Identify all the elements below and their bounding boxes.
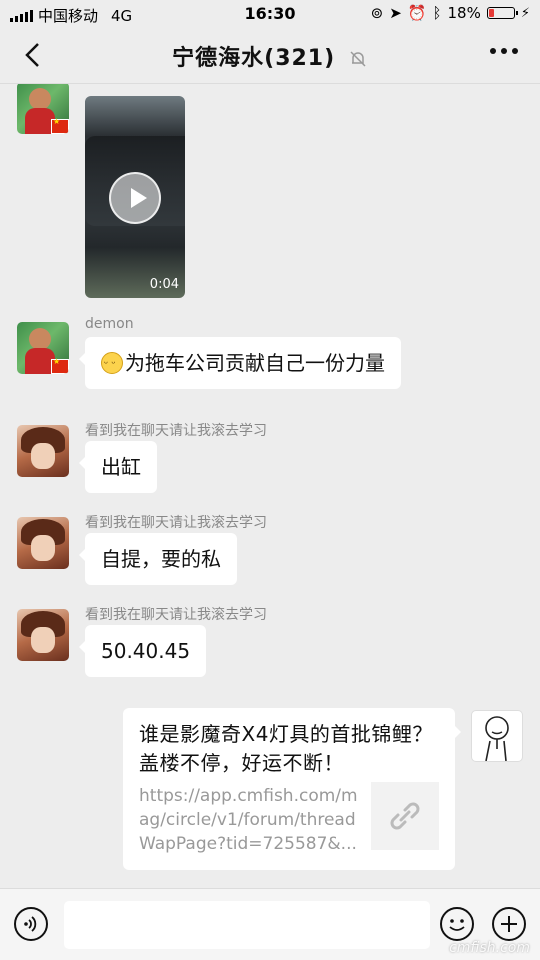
avatar[interactable] (17, 84, 69, 134)
message-bubble[interactable]: 为拖车公司贡献自己一份力量 (79, 337, 401, 389)
emoji-icon (449, 919, 465, 931)
sender-name: 看到我在聊天请让我滚去学习 (85, 423, 267, 439)
play-icon[interactable] (109, 172, 161, 224)
chat-title-row: 宁德海水(321) (0, 40, 540, 72)
message-input[interactable] (64, 901, 430, 949)
voice-button[interactable] (14, 907, 48, 941)
status-right: ⊚ ➤ ⏰ ᛒ 18% ⚡ (371, 4, 530, 22)
message-text: 出缸 (101, 455, 141, 479)
link-url: https://app.cmfish.com/mag/circle/v1/for… (139, 786, 358, 854)
china-flag-icon (51, 117, 69, 134)
orientation-lock-icon: ⊚ (370, 4, 384, 22)
alarm-icon: ⏰ (407, 4, 427, 22)
watermark: cmfish.com (449, 940, 530, 956)
sender-name: demon (85, 316, 134, 332)
bluetooth-icon: ᛒ (432, 4, 442, 22)
message-list[interactable]: demon 0:04 demon 为拖车公司贡献自己一份力量 看到我在聊天请让我… (0, 84, 540, 888)
link-card[interactable]: 谁是影魔奇X4灯具的首批锦鲤？盖楼不停，好运不断！ https://app.cm… (123, 708, 461, 870)
avatar[interactable] (17, 517, 69, 569)
chat-title: 宁德海水(321) (172, 46, 336, 71)
smile-emoji-icon (101, 351, 123, 379)
stick-figure-icon (485, 716, 509, 761)
avatar[interactable] (17, 425, 69, 477)
chat-header: 宁德海水(321) (0, 26, 540, 84)
status-bar: 中国移动 4G 16:30 ⊚ ➤ ⏰ ᛒ 18% ⚡ (0, 0, 540, 26)
battery-icon (486, 7, 518, 19)
more-button[interactable] (490, 48, 518, 54)
avatar[interactable] (17, 609, 69, 661)
battery-percent: 18% (447, 4, 481, 22)
voice-icon (24, 916, 37, 932)
charging-icon: ⚡ (520, 5, 530, 21)
message-bubble[interactable]: 自提，要的私 (79, 533, 237, 585)
message-text: 50.40.45 (101, 639, 191, 663)
message-text: 自提，要的私 (101, 547, 221, 571)
plus-icon (501, 916, 517, 932)
avatar[interactable] (471, 710, 523, 762)
avatar[interactable] (17, 322, 69, 374)
plus-button[interactable] (492, 907, 526, 941)
video-duration: 0:04 (149, 277, 179, 292)
input-bar: cmfish.com (0, 888, 540, 960)
message-bubble[interactable]: 出缸 (79, 441, 157, 493)
link-title: 谁是影魔奇X4灯具的首批锦鲤？盖楼不停，好运不断！ (139, 722, 433, 775)
sender-name: 看到我在聊天请让我滚去学习 (85, 607, 267, 623)
message-text: 为拖车公司贡献自己一份力量 (125, 351, 385, 375)
bell-off-icon (350, 51, 366, 67)
message-bubble[interactable]: 50.40.45 (78, 625, 207, 677)
link-icon (390, 802, 420, 830)
emoji-button[interactable] (440, 907, 474, 941)
china-flag-icon (51, 357, 69, 374)
video-message[interactable]: 0:04 (85, 96, 185, 298)
link-thumbnail (371, 782, 439, 850)
sender-name: 看到我在聊天请让我滚去学习 (85, 515, 267, 531)
sender-name: demon (85, 84, 134, 86)
location-icon: ➤ (389, 4, 402, 22)
